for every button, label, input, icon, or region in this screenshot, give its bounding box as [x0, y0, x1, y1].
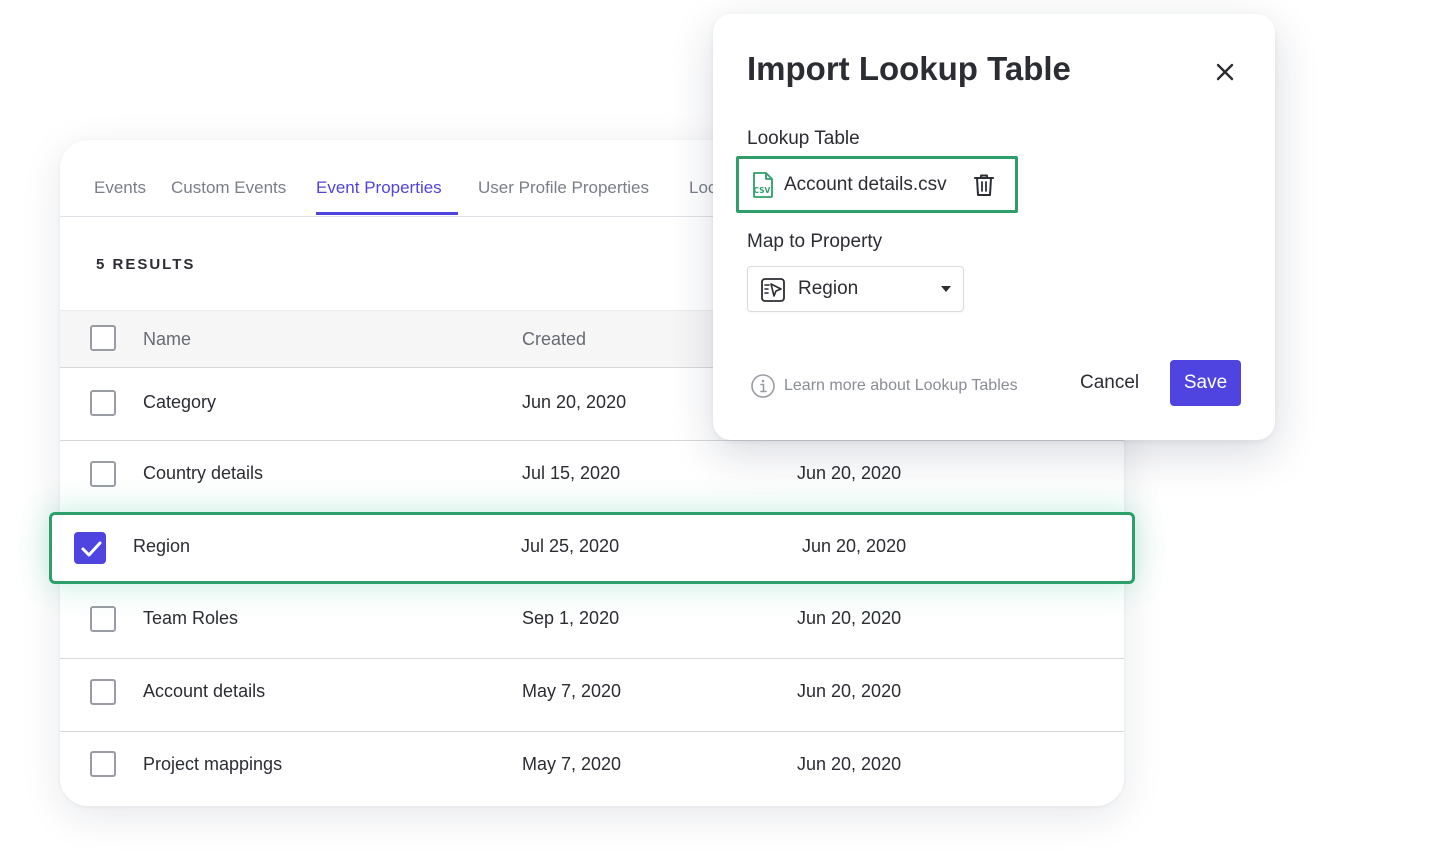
row-modified: Jun 20, 2020	[797, 681, 902, 701]
file-name: Account details.csv	[784, 174, 947, 195]
svg-text:CSV: CSV	[754, 186, 771, 195]
row-name: Country details	[143, 463, 264, 483]
row-modified: Jun 20, 2020	[797, 754, 902, 774]
row-created: Jul 15, 2020	[522, 463, 621, 483]
checkmark-icon	[81, 541, 102, 557]
modal-title: Import Lookup Table	[747, 50, 1071, 87]
selected-property: Region	[798, 278, 859, 299]
tab-custom-events[interactable]: Custom Events	[171, 178, 286, 198]
row-checkbox[interactable]	[90, 751, 116, 777]
column-header-name[interactable]: Name	[143, 329, 191, 350]
table-row[interactable]: Account details May 7, 2020 Jun 20, 2020	[60, 659, 1124, 732]
active-tab-indicator	[316, 212, 458, 215]
property-select[interactable]: Region	[747, 266, 964, 312]
row-created: May 7, 2020	[522, 754, 622, 774]
lookup-table-label: Lookup Table	[747, 128, 860, 149]
row-name: Project mappings	[143, 754, 283, 774]
row-checkbox-checked[interactable]	[74, 532, 106, 564]
table-row[interactable]: Team Roles Sep 1, 2020 Jun 20, 2020	[60, 586, 1124, 659]
save-button[interactable]: Save	[1170, 360, 1241, 406]
results-count: 5 RESULTS	[96, 256, 196, 273]
row-checkbox[interactable]	[90, 679, 116, 705]
tab-events[interactable]: Events	[94, 178, 146, 198]
row-created: May 7, 2020	[522, 681, 622, 701]
learn-more-link[interactable]: Learn more about Lookup Tables	[784, 377, 1018, 395]
cancel-button[interactable]: Cancel	[1080, 372, 1139, 394]
column-header-created[interactable]: Created	[522, 329, 586, 350]
table-row-selected[interactable]: Region Jul 25, 2020 Jun 20, 2020	[49, 512, 1135, 584]
table-row[interactable]: Project mappings May 7, 2020 Jun 20, 202…	[60, 732, 1124, 805]
row-created: Jul 25, 2020	[521, 536, 620, 556]
row-name: Region	[133, 536, 191, 556]
map-to-property-label: Map to Property	[747, 231, 883, 252]
csv-file-icon: CSV	[753, 172, 773, 198]
table-row[interactable]: Country details Jul 15, 2020 Jun 20, 202…	[60, 441, 1124, 514]
row-name: Team Roles	[143, 608, 239, 628]
tab-user-profile-properties[interactable]: User Profile Properties	[478, 178, 649, 198]
row-modified: Jun 20, 2020	[797, 463, 902, 483]
tab-event-properties[interactable]: Event Properties	[316, 178, 442, 198]
close-icon[interactable]	[1213, 60, 1237, 84]
select-all-checkbox[interactable]	[90, 325, 116, 351]
row-created: Jun 20, 2020	[522, 392, 627, 412]
row-checkbox[interactable]	[90, 390, 116, 416]
row-modified: Jun 20, 2020	[802, 536, 907, 556]
import-lookup-table-modal: Import Lookup Table Lookup Table CSV Acc…	[713, 14, 1275, 440]
row-name: Category	[143, 392, 217, 412]
info-icon	[751, 374, 775, 398]
row-modified: Jun 20, 2020	[797, 608, 902, 628]
trash-icon[interactable]	[973, 173, 995, 197]
row-checkbox[interactable]	[90, 461, 116, 487]
row-created: Sep 1, 2020	[522, 608, 620, 628]
row-checkbox[interactable]	[90, 606, 116, 632]
row-name: Account details	[143, 681, 266, 701]
uploaded-file: CSV Account details.csv	[736, 156, 1018, 213]
chevron-down-icon	[941, 286, 951, 292]
event-property-icon	[761, 278, 785, 302]
